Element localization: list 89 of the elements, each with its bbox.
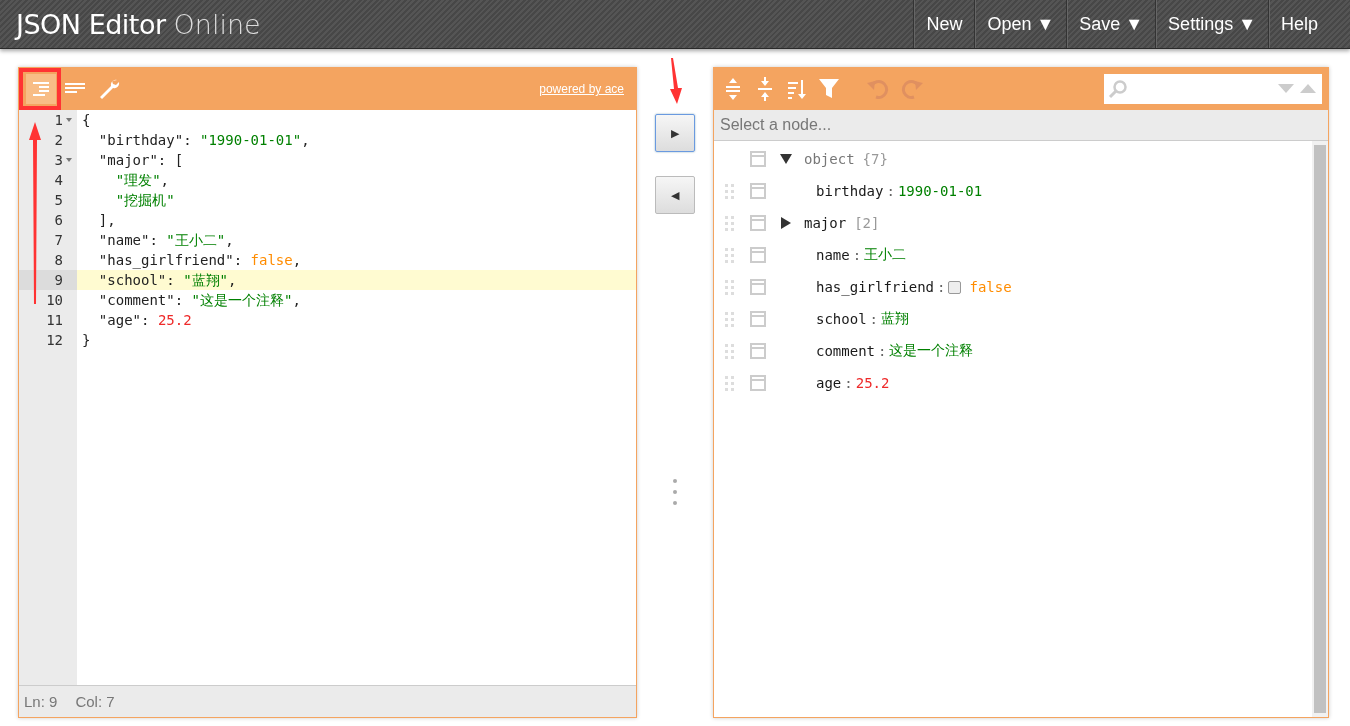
right-triangle-icon: [780, 217, 792, 229]
line-number: 1: [54, 111, 63, 130]
line-number: 4: [54, 171, 63, 190]
field-name[interactable]: comment: [816, 343, 875, 359]
code-line: }: [82, 332, 91, 348]
line-number: 2: [54, 131, 63, 150]
line-number: 7: [54, 231, 63, 250]
code-line: "school": "蓝翔",: [97, 272, 237, 288]
app-title: JSON Editor: [16, 8, 166, 40]
format-button[interactable]: [26, 74, 56, 104]
colon-separator: :: [878, 343, 887, 359]
colon-separator: :: [869, 311, 878, 327]
scrollbar[interactable]: [1312, 141, 1328, 717]
field-name[interactable]: school: [816, 311, 867, 327]
colon-separator: :: [886, 183, 895, 199]
search-navigation-icon: [1278, 83, 1318, 95]
code-line: "has_girlfriend": false,: [97, 252, 302, 268]
collapse-toggle[interactable]: [780, 153, 792, 165]
code-line: {: [82, 112, 91, 128]
drag-handle-icon: [672, 478, 678, 506]
line-number: 10: [46, 291, 63, 310]
menu-button[interactable]: Help: [1267, 0, 1330, 48]
sort-button[interactable]: [786, 77, 808, 101]
context-menu-icon: [750, 279, 766, 295]
context-menu-icon: [750, 247, 766, 263]
line-number: 5: [54, 191, 63, 210]
line-number: 6: [54, 211, 63, 230]
sort-icon: [786, 77, 808, 101]
colon-separator: :: [844, 375, 853, 391]
field-value[interactable]: 王小二: [864, 246, 907, 264]
colon-separator: :: [937, 279, 946, 295]
menu-button[interactable]: Save ▼: [1066, 0, 1156, 48]
field-value[interactable]: 25.2: [855, 375, 890, 391]
context-menu-icon: [750, 215, 766, 231]
menu-button[interactable]: Open ▼: [974, 0, 1067, 48]
field-name[interactable]: has_girlfriend: [816, 279, 934, 295]
down-triangle-icon: [780, 153, 792, 165]
column-status: Col: 7: [75, 693, 115, 710]
line-number: 9: [54, 271, 63, 290]
item-count: {7}: [862, 151, 888, 167]
code-line: "birthday": "1990-01-01",: [97, 132, 310, 148]
code-line: "comment": "这是一个注释",: [97, 292, 301, 308]
context-menu-icon: [750, 183, 766, 199]
code-line: "挖掘机": [114, 192, 175, 208]
node-path-bar: Select a node...: [714, 110, 1328, 141]
code-line: "name": "王小二",: [97, 232, 234, 248]
drag-handle-icon: [724, 183, 736, 199]
item-count: [2]: [854, 215, 880, 231]
filter-button[interactable]: [818, 77, 840, 101]
line-number: 8: [54, 251, 63, 270]
context-menu-icon: [750, 151, 766, 167]
drag-handle-icon: [724, 343, 736, 359]
context-menu-icon: [750, 311, 766, 327]
annotation-arrow: [669, 58, 683, 104]
code-line: "理发",: [114, 172, 169, 188]
menu-button[interactable]: New: [913, 0, 975, 48]
filter-icon: [818, 77, 840, 101]
field-name[interactable]: birthday: [816, 183, 884, 199]
field-name[interactable]: age: [816, 375, 842, 391]
highlight-frame: [19, 68, 61, 110]
copy-button[interactable]: ▶: [655, 114, 695, 152]
drag-handle-icon: [724, 247, 736, 263]
field-value[interactable]: 1990-01-01: [897, 183, 983, 199]
field-value[interactable]: 蓝翔: [881, 310, 909, 328]
checkbox[interactable]: [948, 280, 962, 294]
line-number: 12: [46, 331, 63, 350]
line-number: 3: [54, 151, 63, 170]
line-status: Ln: 9: [24, 693, 58, 710]
colon-separator: :: [852, 247, 862, 263]
drag-handle-icon: [724, 375, 736, 391]
field-value[interactable]: 这是一个注释: [889, 342, 974, 360]
search-field[interactable]: [1104, 74, 1322, 104]
code-line: ],: [97, 212, 116, 228]
drag-handle-icon: [724, 215, 736, 231]
drag-handle-icon: [724, 279, 736, 295]
menu-button[interactable]: Settings ▼: [1155, 0, 1268, 48]
code-line: "major": [: [97, 152, 184, 168]
field-name[interactable]: name: [816, 247, 850, 263]
copy-button[interactable]: ◀: [655, 176, 695, 214]
app-subtitle: Online: [173, 8, 261, 40]
search-icon: [1108, 79, 1128, 99]
line-number: 11: [46, 311, 63, 330]
expand-toggle[interactable]: [780, 217, 792, 229]
code-line: "age": 25.2: [97, 312, 192, 328]
context-menu-icon: [750, 375, 766, 391]
node-type: object: [804, 151, 855, 167]
context-menu-icon: [750, 343, 766, 359]
field-name[interactable]: major: [804, 215, 847, 231]
drag-handle-icon: [724, 311, 736, 327]
